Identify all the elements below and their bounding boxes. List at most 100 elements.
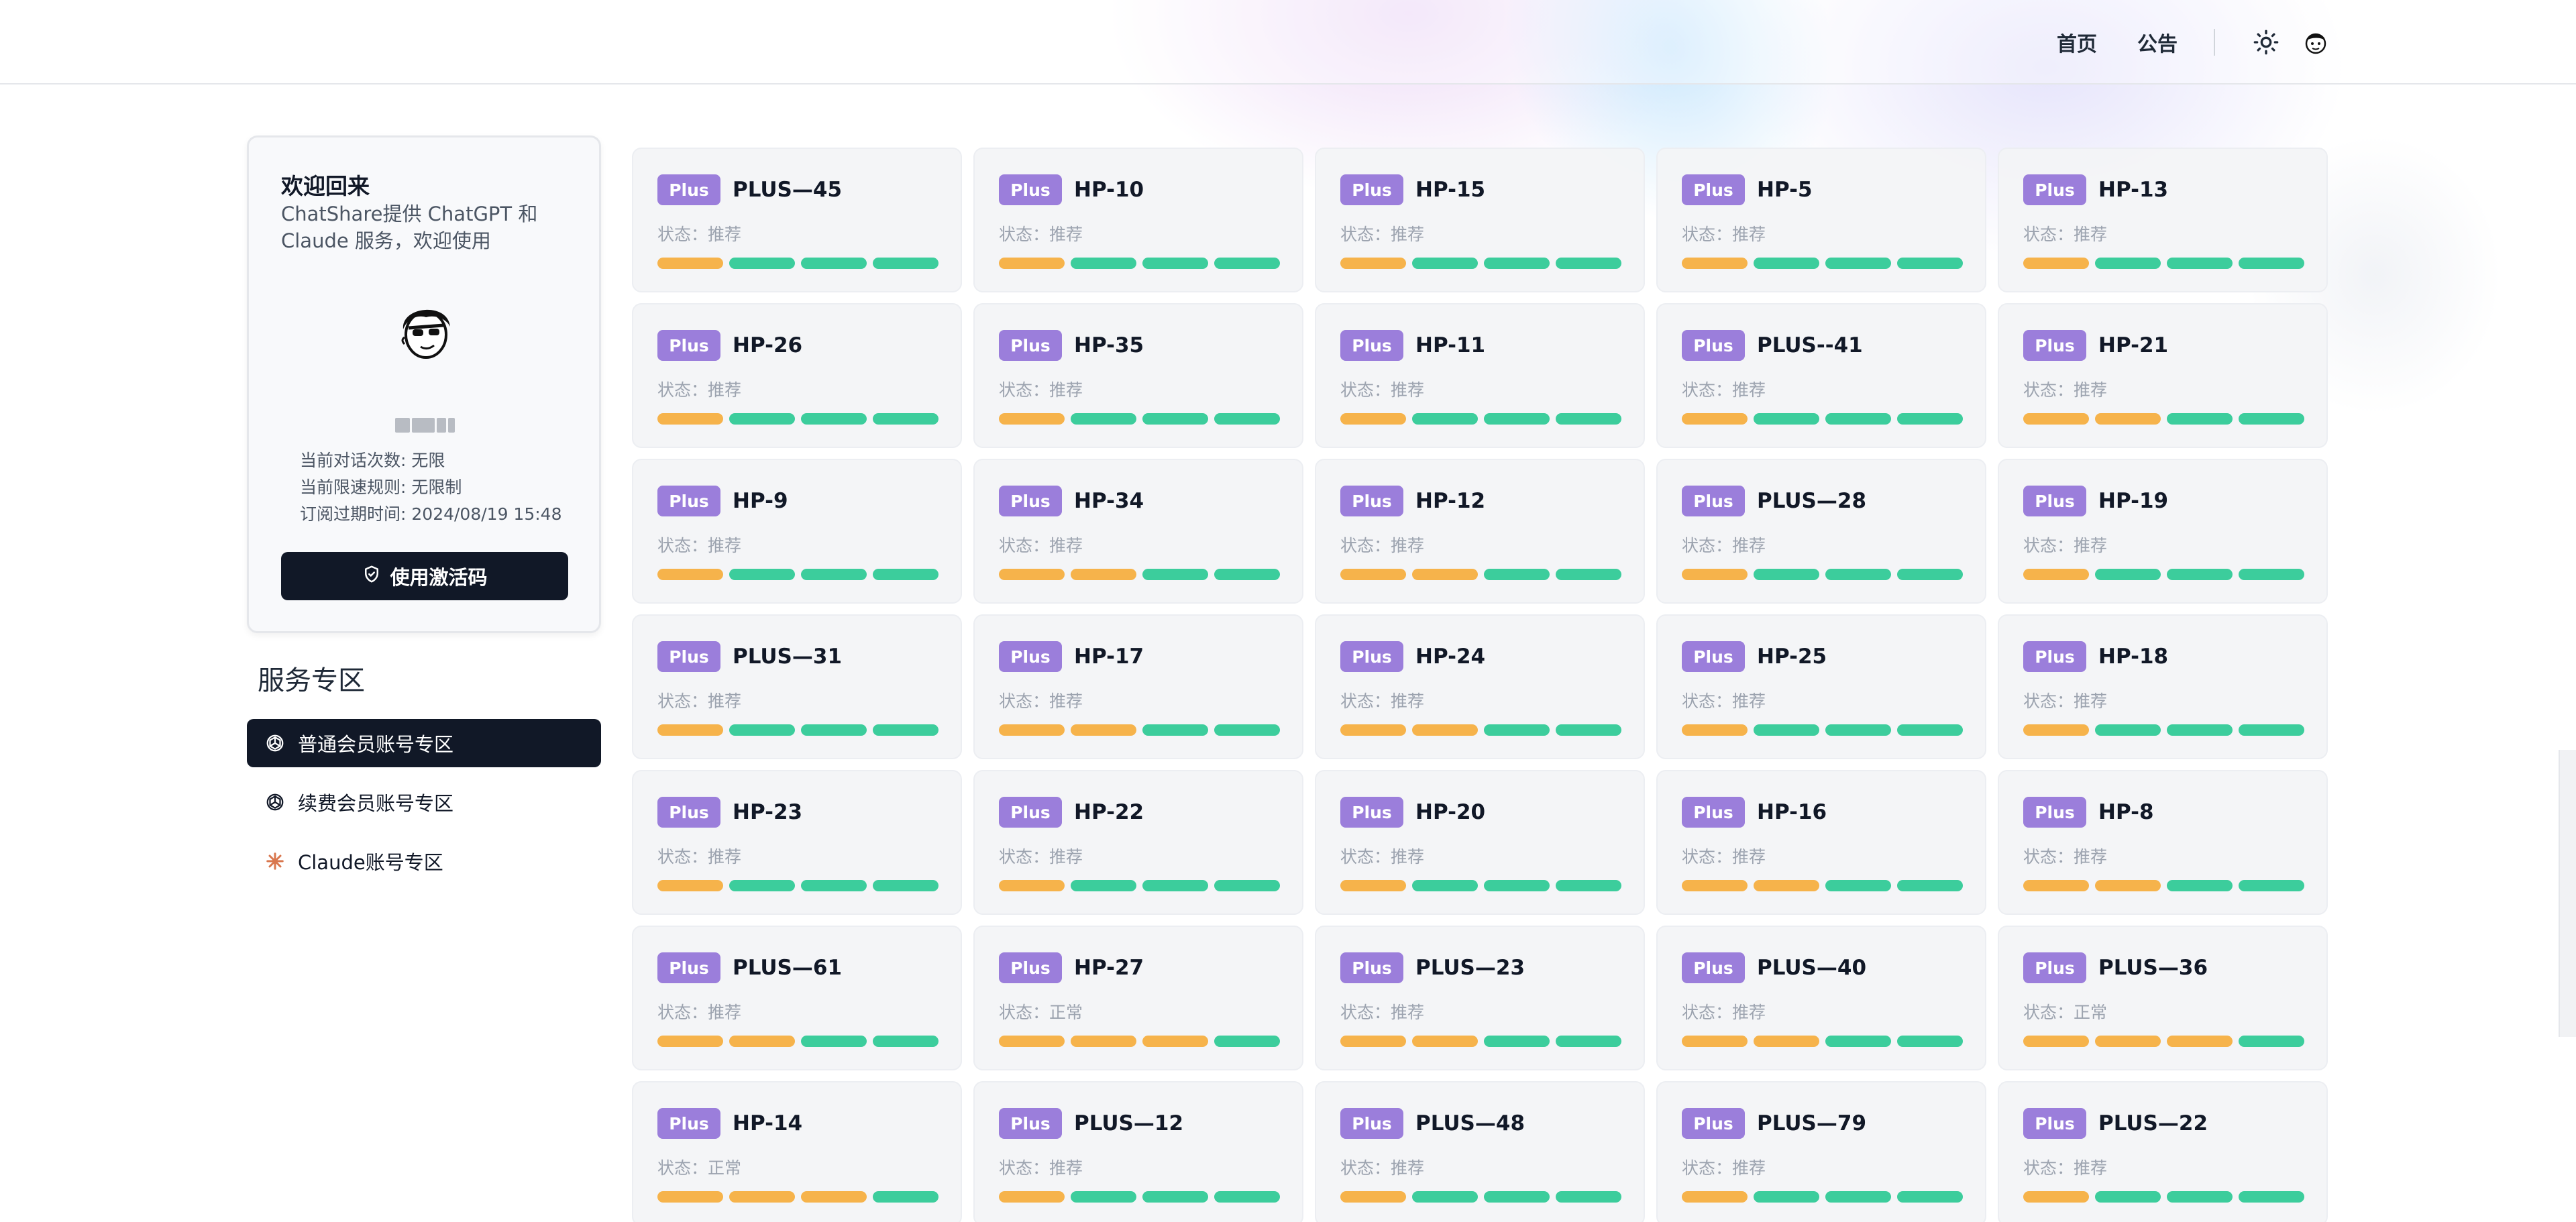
account-card[interactable]: Plus HP-23 状态：推荐: [632, 770, 962, 915]
nav-home-link[interactable]: 首页: [2057, 27, 2097, 57]
account-status: 状态：推荐: [1340, 1158, 1425, 1178]
load-bar-free: [729, 569, 795, 580]
account-card[interactable]: Plus PLUS—12 状态：推荐: [973, 1081, 1303, 1222]
load-indicator: [1340, 880, 1621, 891]
nav-divider: [2214, 29, 2215, 56]
load-bar-free: [729, 413, 795, 425]
user-avatar-icon[interactable]: [2297, 23, 2334, 61]
activate-code-button[interactable]: 使用激活码: [281, 552, 568, 600]
load-bar-free: [1142, 880, 1208, 891]
account-status: 状态：推荐: [1340, 536, 1425, 555]
load-bar-free: [1825, 1191, 1891, 1203]
nav-announcement-link[interactable]: 公告: [2137, 27, 2178, 57]
load-bar-free: [1214, 1036, 1280, 1047]
account-card[interactable]: Plus PLUS—40 状态：推荐: [1656, 926, 1986, 1070]
account-card[interactable]: Plus HP-17 状态：推荐: [973, 614, 1303, 759]
load-bar-busy: [1754, 880, 1819, 891]
sun-icon[interactable]: [2247, 23, 2285, 61]
account-card[interactable]: Plus HP-14 状态：正常: [632, 1081, 962, 1222]
account-card[interactable]: Plus HP-26 状态：推荐: [632, 303, 962, 448]
account-card[interactable]: Plus HP-35 状态：推荐: [973, 303, 1303, 448]
load-indicator: [657, 724, 938, 736]
load-bar-free: [1556, 1036, 1621, 1047]
account-status: 状态：推荐: [2023, 1158, 2108, 1178]
account-status: 状态：推荐: [1340, 1003, 1425, 1022]
load-bar-free: [2167, 569, 2233, 580]
load-indicator: [999, 413, 1280, 425]
account-card[interactable]: Plus HP-15 状态：推荐: [1315, 148, 1645, 292]
account-card[interactable]: Plus HP-27 状态：正常: [973, 926, 1303, 1070]
account-card[interactable]: Plus HP-9 状态：推荐: [632, 459, 962, 604]
account-name: PLUS—45: [733, 178, 843, 202]
account-card[interactable]: Plus PLUS—31 状态：推荐: [632, 614, 962, 759]
account-status: 状态：推荐: [2023, 225, 2108, 244]
account-card[interactable]: Plus PLUS—36 状态：正常: [1998, 926, 2328, 1070]
load-indicator: [999, 1036, 1280, 1047]
account-card[interactable]: Plus HP-20 状态：推荐: [1315, 770, 1645, 915]
load-bar-busy: [1340, 569, 1406, 580]
shield-check-icon: [362, 564, 382, 589]
load-bar-free: [873, 724, 938, 736]
load-bar-busy: [1682, 724, 1748, 736]
account-card[interactable]: Plus PLUS—48 状态：推荐: [1315, 1081, 1645, 1222]
load-bar-free: [801, 413, 867, 425]
load-bar-free: [801, 880, 867, 891]
menu-item-label: 续费会员账号专区: [298, 792, 454, 815]
load-bar-free: [1412, 1191, 1478, 1203]
account-card[interactable]: Plus HP-25 状态：推荐: [1656, 614, 1986, 759]
load-bar-busy: [657, 880, 723, 891]
account-card[interactable]: Plus PLUS—45 状态：推荐: [632, 148, 962, 292]
menu-item-claude[interactable]: Claude账号专区: [247, 837, 601, 885]
account-card[interactable]: Plus HP-13 状态：推荐: [1998, 148, 2328, 292]
menu-item-regular-member[interactable]: 普通会员账号专区: [247, 719, 601, 767]
load-bar-free: [1071, 880, 1136, 891]
account-card[interactable]: Plus HP-22 状态：推荐: [973, 770, 1303, 915]
account-card[interactable]: Plus HP-18 状态：推荐: [1998, 614, 2328, 759]
plus-badge: Plus: [1682, 952, 1745, 983]
account-status: 状态：推荐: [1682, 847, 1766, 867]
plus-badge: Plus: [1682, 330, 1745, 361]
load-bar-free: [1214, 880, 1280, 891]
load-indicator: [657, 1191, 938, 1203]
load-indicator: [999, 258, 1280, 269]
account-card[interactable]: Plus HP-12 状态：推荐: [1315, 459, 1645, 604]
account-card[interactable]: Plus HP-24 状态：推荐: [1315, 614, 1645, 759]
account-card[interactable]: Plus PLUS—22 状态：推荐: [1998, 1081, 2328, 1222]
account-card[interactable]: Plus HP-34 状态：推荐: [973, 459, 1303, 604]
account-card[interactable]: Plus HP-16 状态：推荐: [1656, 770, 1986, 915]
account-card[interactable]: Plus PLUS—23 状态：推荐: [1315, 926, 1645, 1070]
account-card[interactable]: Plus HP-21 状态：推荐: [1998, 303, 2328, 448]
load-indicator: [2023, 413, 2304, 425]
account-card[interactable]: Plus HP-19 状态：推荐: [1998, 459, 2328, 604]
account-card[interactable]: Plus PLUS—79 状态：推荐: [1656, 1081, 1986, 1222]
stat-expire-time: 订阅过期时间: 2024/08/19 15:48: [300, 504, 562, 524]
plus-badge: Plus: [2023, 330, 2086, 361]
load-indicator: [1682, 880, 1963, 891]
load-bar-busy: [1682, 1191, 1748, 1203]
account-card[interactable]: Plus PLUS—61 状态：推荐: [632, 926, 962, 1070]
account-card[interactable]: Plus PLUS—28 状态：推荐: [1656, 459, 1986, 604]
load-bar-free: [729, 880, 795, 891]
load-bar-free: [1071, 413, 1136, 425]
load-bar-free: [1825, 1036, 1891, 1047]
account-card[interactable]: Plus HP-11 状态：推荐: [1315, 303, 1645, 448]
account-card[interactable]: Plus HP-8 状态：推荐: [1998, 770, 2328, 915]
load-bar-busy: [1412, 724, 1478, 736]
account-status: 状态：推荐: [657, 847, 742, 867]
load-bar-busy: [999, 724, 1065, 736]
load-bar-busy: [999, 1191, 1065, 1203]
load-bar-free: [1214, 413, 1280, 425]
scrollbar[interactable]: [2559, 750, 2576, 1037]
account-name: HP-8: [2098, 800, 2154, 824]
account-card[interactable]: Plus HP-10 状态：推荐: [973, 148, 1303, 292]
load-bar-free: [2239, 569, 2304, 580]
account-name: HP-34: [1074, 489, 1144, 513]
load-bar-free: [1556, 1191, 1621, 1203]
menu-item-renewal-member[interactable]: 续费会员账号专区: [247, 778, 601, 826]
account-card[interactable]: Plus HP-5 状态：推荐: [1656, 148, 1986, 292]
account-name: HP-15: [1415, 178, 1486, 202]
account-card[interactable]: Plus PLUS--41 状态：推荐: [1656, 303, 1986, 448]
account-name: PLUS—12: [1074, 1111, 1184, 1135]
load-indicator: [657, 258, 938, 269]
load-bar-free: [1825, 569, 1891, 580]
